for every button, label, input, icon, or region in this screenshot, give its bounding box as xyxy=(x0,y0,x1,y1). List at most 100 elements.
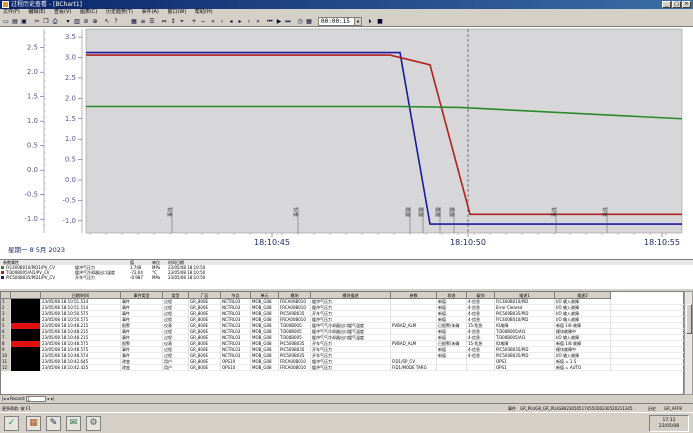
plot-area xyxy=(85,28,683,234)
minimize-button[interactable]: _ xyxy=(662,1,671,8)
close-button[interactable]: × xyxy=(682,1,691,8)
zoom-out-icon[interactable]: − xyxy=(199,17,207,25)
calendar-icon[interactable]: ▦ xyxy=(305,17,313,25)
event-list-icon[interactable]: ☰ xyxy=(148,17,156,25)
grid-cell: OPS10 xyxy=(221,365,251,371)
menu-view[interactable]: 查看(V) xyxy=(54,9,71,15)
toolbar: ▭ ▤ ▣ ✂ ❐ ⎙ ▾ ▥ ⊘ ⊕ ↖ ? ▦ ≡ ☰ ⇔ ↕ ⌖ + − … xyxy=(0,16,693,27)
list-icon[interactable]: ≡ xyxy=(139,17,147,25)
pointer-icon[interactable]: ↖ xyxy=(103,17,111,25)
forward-icon[interactable]: › xyxy=(245,17,253,25)
open-icon[interactable]: ▤ xyxy=(11,17,19,25)
new-icon[interactable]: ▭ xyxy=(2,17,10,25)
grid-cell: OPS1 xyxy=(495,365,555,371)
left-axis-tick-label: 2.5 xyxy=(27,44,38,52)
diagnostics-icon[interactable]: ✉ xyxy=(66,416,81,431)
grid-column-header[interactable]: 单元 xyxy=(251,292,279,299)
left-axis-tick-label: 2.0 xyxy=(27,68,38,76)
copy-icon[interactable]: ❐ xyxy=(42,17,50,25)
grid-column-header[interactable]: 描述2 xyxy=(555,292,611,299)
print-icon[interactable]: ⎙ xyxy=(51,17,59,25)
help-icon[interactable]: ? xyxy=(112,17,120,25)
grid-scrollbar[interactable] xyxy=(684,291,693,395)
app-icon xyxy=(2,1,9,8)
menu-trend[interactable]: 历史趋势(T) xyxy=(106,9,133,15)
first-record-icon[interactable]: |◂ xyxy=(2,396,5,401)
grid-column-header[interactable]: 参数 xyxy=(391,292,437,299)
grid-row[interactable]: 12 23/05/08 18:10:42.425 改变 用户 GR_800E OPS10 M… xyxy=(1,365,685,371)
grid-column-header[interactable]: 状态 xyxy=(437,292,467,299)
prev-record-icon[interactable]: ◂ xyxy=(7,396,9,401)
rewind-icon[interactable]: ‹ xyxy=(218,17,226,25)
forward-fast-icon[interactable]: » xyxy=(254,17,262,25)
x-axis-tick-label: 18:10:45 xyxy=(254,238,290,247)
fit-icon[interactable]: ⇔ xyxy=(160,17,168,25)
left-axis-tick-label: 1.0 xyxy=(27,117,38,125)
tools-icon[interactable]: ⚙ xyxy=(86,416,101,431)
go-icon[interactable]: ⏵ xyxy=(366,17,374,25)
menu-event[interactable]: 事件(A) xyxy=(142,9,159,15)
grid-column-header[interactable]: 节点 xyxy=(221,292,251,299)
event-marker-label: 事件 xyxy=(293,207,300,217)
scale-icon[interactable]: ↕ xyxy=(169,17,177,25)
event-marker-label: 事件 xyxy=(167,207,174,217)
record-label: Record: xyxy=(9,396,26,401)
grid-cell: 23/05/08 18:10:42.425 xyxy=(41,365,121,371)
grid-icon[interactable]: ▦ xyxy=(130,17,138,25)
taskbar: ✓ ▦ ✎ ✉ ⚙ 17:11 23/05/08 xyxy=(0,412,693,433)
stop-icon[interactable]: ■ xyxy=(376,17,384,25)
step-forward-icon[interactable]: ▸ xyxy=(236,17,244,25)
menu-edit[interactable]: 编辑(E) xyxy=(28,9,45,15)
cut-icon[interactable]: ✂ xyxy=(33,17,41,25)
time-span-select[interactable]: 00:00:15 ▼ xyxy=(318,17,362,26)
record-input[interactable]: 1 xyxy=(26,396,47,402)
grid-column-header[interactable]: 类型 xyxy=(163,292,189,299)
x-axis-tick-label: 18:10:55 xyxy=(644,238,680,247)
menu-file[interactable]: 文件(F) xyxy=(3,9,20,15)
zoom-icon[interactable]: ⊕ xyxy=(91,17,99,25)
left-axis-tick-label: 0.0 xyxy=(27,166,38,174)
next-record-icon[interactable]: ▸ xyxy=(48,396,50,401)
tag-icon[interactable]: ▾ xyxy=(64,17,72,25)
filter-icon[interactable]: ⊘ xyxy=(82,17,90,25)
last-icon[interactable]: ⏭ xyxy=(284,17,292,25)
start-icon[interactable]: ✓ xyxy=(4,416,19,431)
menu-help[interactable]: 帮助(H) xyxy=(195,9,213,15)
window-title: 过程历史查看 - [BChart1] xyxy=(11,1,82,8)
clock-icon[interactable]: ◷ xyxy=(296,17,304,25)
maximize-button[interactable]: □ xyxy=(672,1,681,8)
chart-icon[interactable]: ▥ xyxy=(73,17,81,25)
event-marker-label: 事件 xyxy=(551,207,558,217)
first-icon[interactable]: ⏮ xyxy=(266,17,274,25)
save-icon[interactable]: ▣ xyxy=(20,17,28,25)
grid-column-header[interactable]: 厂区 xyxy=(189,292,221,299)
grid-column-header[interactable] xyxy=(1,292,11,299)
right-axis-tick-label: 0.5 xyxy=(65,156,76,164)
last-record-icon[interactable]: ▸| xyxy=(51,396,54,401)
cursor-icon[interactable]: ⌖ xyxy=(178,17,186,25)
history-icon[interactable]: ✎ xyxy=(46,416,61,431)
scrollbar-thumb[interactable] xyxy=(686,304,692,334)
grid-column-header[interactable] xyxy=(11,292,41,299)
event-grid[interactable]: 日期/时间 事件类型 类型 厂区 节点 单元 模块 模块描述 参数 状态 级别 描述1 描述2 1 23/… xyxy=(0,291,685,395)
grid-column-header[interactable]: 事件类型 xyxy=(121,292,163,299)
grid-column-header[interactable]: 模块 xyxy=(279,292,311,299)
zoom-in-icon[interactable]: + xyxy=(190,17,198,25)
grid-column-header[interactable]: 描述1 xyxy=(495,292,555,299)
legend-value: -0.987 xyxy=(130,275,143,280)
event-marker-label: 报警 xyxy=(405,207,412,217)
operator-icon[interactable]: ▦ xyxy=(26,416,41,431)
grid-column-header[interactable]: 日期/时间 xyxy=(41,292,121,299)
grid-column-header[interactable]: 级别 xyxy=(467,292,495,299)
grid-column-header[interactable]: 模块描述 xyxy=(311,292,391,299)
step-back-icon[interactable]: ◂ xyxy=(227,17,235,25)
right-axis-tick-label: 3.0 xyxy=(65,54,76,62)
trend-chart[interactable]: 2.5 2.0 1.5 1.0 0.5 0.0 -0.5 -1.0 3.5 3.0 2.5 2.0 1… xyxy=(0,27,693,259)
menu-chart[interactable]: 图表(C) xyxy=(80,9,97,15)
rewind-fast-icon[interactable]: « xyxy=(209,17,217,25)
menu-window[interactable]: 窗口(W) xyxy=(167,9,186,15)
chevron-down-icon[interactable]: ▼ xyxy=(354,18,361,25)
legend-row[interactable]: PIC500B035/PID1/PV_CV 开车气压力 -0.987 MPa 2… xyxy=(0,275,693,280)
trend-legend: 参数属性 值 单位 时间日期 FIC400B010/PID1/PV_CV 缓冲气… xyxy=(0,259,693,289)
play-icon[interactable]: ▶ xyxy=(275,17,283,25)
